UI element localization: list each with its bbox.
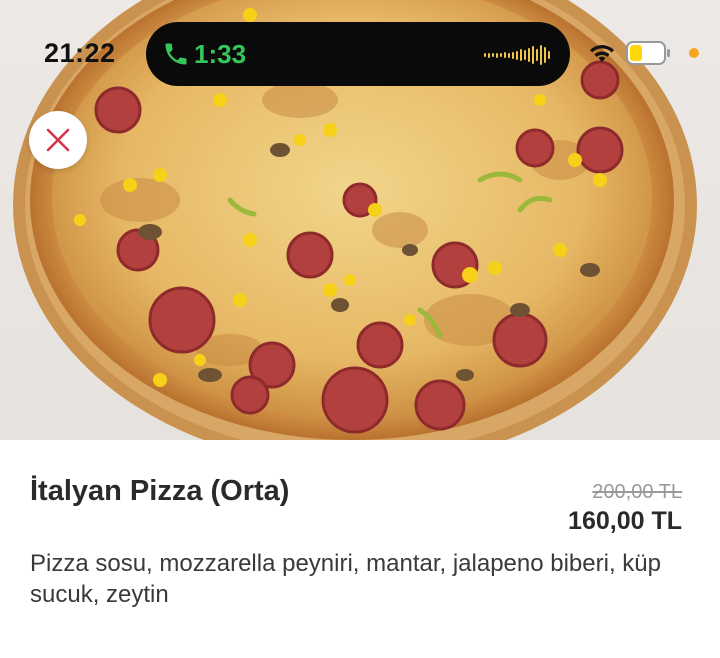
- product-image: 21:22 1:33: [0, 0, 720, 440]
- product-title: İtalyan Pizza (Orta): [30, 475, 290, 507]
- close-icon: [46, 128, 70, 152]
- phone-icon: [165, 43, 187, 65]
- waveform-icon: [484, 44, 550, 66]
- current-price: 160,00 TL: [568, 507, 682, 535]
- product-description: Pizza sosu, mozzarella peyniri, mantar, …: [30, 550, 661, 608]
- old-price: 200,00 TL: [592, 481, 682, 503]
- product-info: İtalyan Pizza (Orta) 200,00 TL 160,00 TL…: [0, 440, 720, 658]
- battery-icon: [626, 41, 670, 65]
- clock: 21:22: [44, 38, 116, 68]
- close-button[interactable]: [29, 111, 87, 169]
- privacy-indicator: [689, 48, 699, 58]
- active-call-pill[interactable]: 1:33: [146, 22, 570, 86]
- status-bar: 21:22 1:33: [0, 0, 720, 100]
- wifi-icon: [590, 45, 614, 62]
- call-duration: 1:33: [194, 39, 247, 69]
